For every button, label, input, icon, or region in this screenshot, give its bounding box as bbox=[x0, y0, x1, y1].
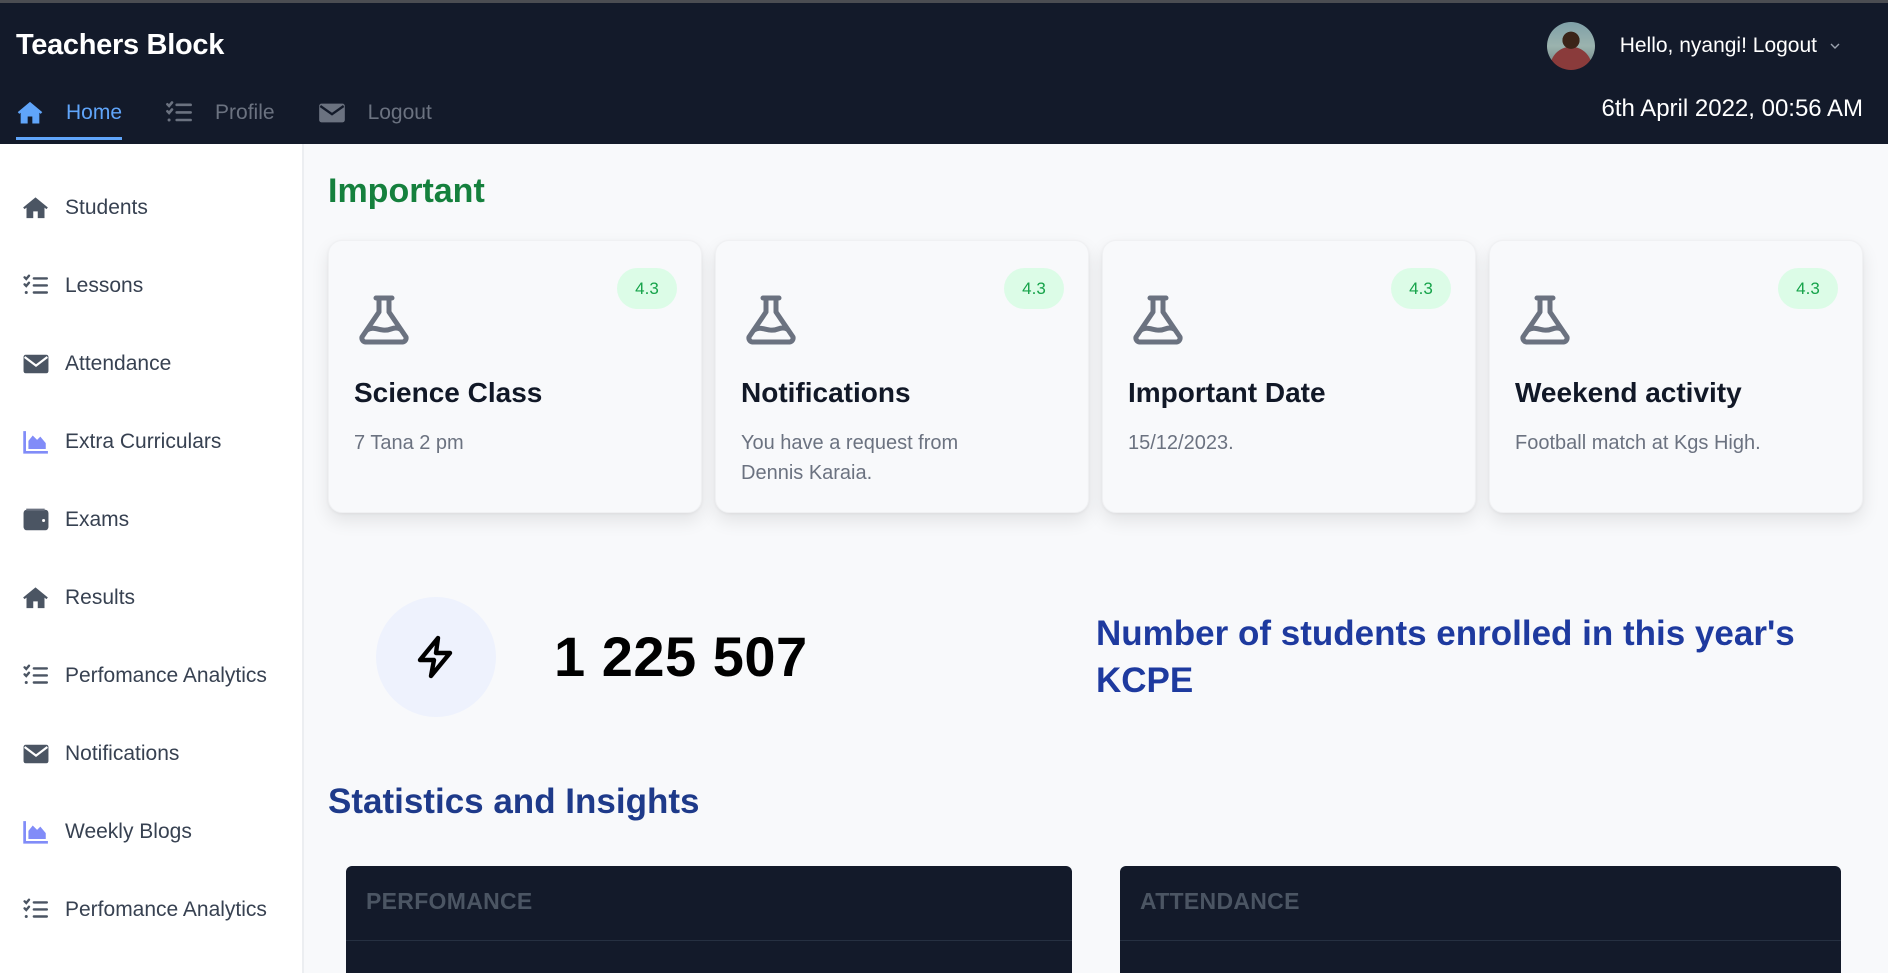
rating-badge: 4.3 bbox=[617, 268, 677, 309]
list-check-icon bbox=[22, 663, 49, 690]
home-icon bbox=[22, 585, 49, 612]
panel-divider bbox=[1120, 940, 1841, 941]
rating-badge: 4.3 bbox=[1004, 268, 1064, 309]
card-description: 15/12/2023. bbox=[1128, 432, 1234, 454]
sidebar: Students Lessons Attendance Extra Curric… bbox=[0, 144, 304, 973]
greeting-text: Hello, nyangi! Logout bbox=[1619, 34, 1817, 57]
sidebar-item-label: Results bbox=[65, 586, 136, 609]
rating-badge: 4.3 bbox=[1391, 268, 1451, 309]
card-description: 7 Tana 2 pm bbox=[354, 432, 464, 454]
flask-icon bbox=[744, 295, 798, 345]
nav-tabs: Home Profile Logout bbox=[16, 88, 475, 140]
envelope-icon bbox=[22, 351, 49, 378]
sidebar-item-label: Students bbox=[65, 196, 148, 219]
card-title: Science Class bbox=[354, 377, 543, 408]
sidebar-item-label: Weekly Blogs bbox=[65, 820, 192, 843]
sidebar-item-label: Extra Curriculars bbox=[65, 430, 222, 453]
main-content: Important 4.3 Science Class 7 Tana 2 pm … bbox=[306, 144, 1888, 973]
card-title: Notifications bbox=[741, 377, 911, 408]
nav-tab-logout[interactable]: Logout bbox=[318, 88, 432, 138]
user-dropdown-toggle[interactable]: Hello, nyangi! Logout bbox=[1620, 34, 1841, 58]
sidebar-item-students[interactable]: Students bbox=[22, 188, 148, 228]
sidebar-item-perfomance-analytics-2[interactable]: Perfomance Analytics bbox=[22, 890, 267, 930]
panel-title: ATTENDANCE bbox=[1140, 888, 1300, 914]
home-icon bbox=[16, 99, 44, 127]
sidebar-item-attendance[interactable]: Attendance bbox=[22, 344, 171, 384]
nav-tab-label: Home bbox=[66, 101, 123, 124]
home-icon bbox=[22, 195, 49, 222]
panel-title: PERFOMANCE bbox=[366, 888, 533, 914]
sidebar-item-lessons[interactable]: Lessons bbox=[22, 266, 143, 306]
sidebar-item-weekly-blogs[interactable]: Weekly Blogs bbox=[22, 812, 192, 852]
brand-logo[interactable]: Teachers Block bbox=[16, 29, 224, 62]
rating-badge: 4.3 bbox=[1778, 268, 1838, 309]
card-description: You have a request from Dennis Karaia. bbox=[741, 432, 959, 484]
sidebar-item-results[interactable]: Results bbox=[22, 578, 135, 618]
avatar[interactable] bbox=[1546, 22, 1595, 70]
sidebar-item-label: Exams bbox=[65, 508, 130, 531]
chevron-down-icon bbox=[1829, 40, 1841, 52]
sidebar-item-label: Perfomance Analytics bbox=[65, 664, 267, 687]
important-heading: Important bbox=[328, 172, 485, 210]
nav-tab-label: Logout bbox=[367, 101, 432, 124]
list-check-icon bbox=[22, 273, 49, 300]
chart-area-icon bbox=[22, 819, 49, 846]
sidebar-item-extra-curriculars[interactable]: Extra Curriculars bbox=[22, 422, 221, 462]
top-navbar: Teachers Block Home Profile Logout Hello… bbox=[0, 3, 1888, 144]
attendance-panel: ATTENDANCE bbox=[1120, 866, 1841, 973]
user-menu[interactable]: Hello, nyangi! Logout bbox=[1546, 22, 1841, 70]
wallet-icon bbox=[22, 507, 49, 534]
nav-tab-home[interactable]: Home bbox=[16, 88, 123, 140]
nav-tab-profile[interactable]: Profile bbox=[165, 88, 275, 138]
card-title: Important Date bbox=[1128, 377, 1326, 408]
nav-tab-label: Profile bbox=[215, 101, 275, 124]
envelope-icon bbox=[318, 99, 346, 127]
card-important-date[interactable]: 4.3 Important Date 15/12/2023. bbox=[1102, 240, 1476, 513]
sidebar-item-label: Perfomance Analytics bbox=[65, 898, 267, 921]
current-datetime: 6th April 2022, 00:56 AM bbox=[1601, 95, 1863, 122]
lightning-icon bbox=[412, 633, 460, 681]
card-science-class[interactable]: 4.3 Science Class 7 Tana 2 pm bbox=[328, 240, 702, 513]
sidebar-item-perfomance-analytics[interactable]: Perfomance Analytics bbox=[22, 656, 267, 696]
performance-panel: PERFOMANCE bbox=[346, 866, 1072, 973]
sidebar-item-label: Lessons bbox=[65, 274, 144, 297]
enrolled-students-count: 1 225 507 bbox=[554, 625, 808, 688]
sidebar-item-notifications[interactable]: Notifications bbox=[22, 734, 179, 774]
enrolled-students-caption: Number of students enrolled in this year… bbox=[1096, 614, 1795, 700]
sidebar-item-label: Notifications bbox=[65, 742, 180, 765]
card-weekend-activity[interactable]: 4.3 Weekend activity Football match at K… bbox=[1489, 240, 1863, 513]
envelope-icon bbox=[22, 741, 49, 768]
flask-icon bbox=[1131, 295, 1185, 345]
sidebar-item-exams[interactable]: Exams bbox=[22, 500, 129, 540]
card-title: Weekend activity bbox=[1515, 377, 1742, 408]
flask-icon bbox=[1518, 295, 1572, 345]
panel-divider bbox=[346, 940, 1072, 941]
sidebar-item-label: Attendance bbox=[65, 352, 172, 375]
stat-icon-circle bbox=[376, 597, 496, 717]
chart-area-icon bbox=[22, 429, 49, 456]
card-notifications[interactable]: 4.3 Notifications You have a request fro… bbox=[715, 240, 1089, 513]
list-check-icon bbox=[165, 99, 193, 127]
list-check-icon bbox=[22, 897, 49, 924]
statistics-heading: Statistics and Insights bbox=[328, 782, 700, 821]
flask-icon bbox=[357, 295, 411, 345]
card-description: Football match at Kgs High. bbox=[1515, 432, 1761, 454]
